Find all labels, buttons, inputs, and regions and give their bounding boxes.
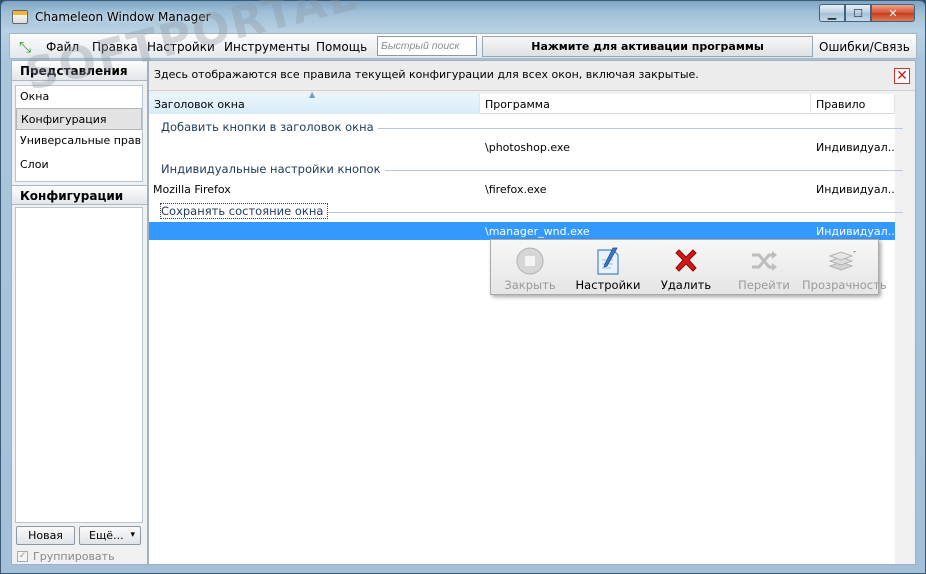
more-button[interactable]: Ещё... ▾ [79,526,141,545]
left-panel: Представления Окна Конфигурация Универса… [11,60,148,565]
dropdown-arrow-icon: ▾ [130,530,135,540]
red-x-icon: ✕ [896,68,908,84]
sort-ascending-icon: ▲ [309,90,316,99]
view-item-universal-rules[interactable]: Универсальные правила [16,130,142,152]
group-header[interactable]: Сохранять состояние окна [149,200,903,220]
maximize-button[interactable]: ☐ [845,4,871,22]
transparency-button[interactable]: Прозрачность [802,240,887,294]
column-window-title[interactable]: ▲ Заголовок окна [149,90,480,114]
checkbox-icon: ✓ [17,551,28,562]
edit-document-icon [597,247,619,275]
delete-button[interactable]: Удалить [647,240,725,294]
close-window-button[interactable]: ✕ [871,4,915,22]
menu-settings[interactable]: Настройки [147,40,215,54]
view-item-layers[interactable]: Слои [16,154,142,176]
group-label: Индивидуальные настройки кнопок [161,162,385,176]
menu-edit[interactable]: Правка [92,40,138,54]
group-header[interactable]: Индивидуальные настройки кнопок [149,158,903,178]
delete-icon [675,249,697,272]
stop-icon [516,247,544,275]
rules-table: Добавить кнопки в заголовок окна \photos… [149,114,903,564]
dismiss-info-button[interactable]: ✕ [894,68,910,84]
settings-label: Настройки [575,278,641,292]
window-controls: ▁ ☐ ✕ [819,4,915,22]
cell-rule: Индивидуал... [816,141,894,154]
views-list: Окна Конфигурация Универсальные правила … [15,85,143,182]
app-icon [12,10,28,24]
view-item-windows[interactable]: Окна [16,86,142,108]
menu-help[interactable]: Помощь [316,40,367,54]
cell-program: \firefox.exe [485,183,547,196]
goto-button[interactable]: Перейти [725,240,803,294]
arrows-icon[interactable]: ⤡ [19,39,37,55]
column-program[interactable]: Программа [480,94,811,114]
column-window-title-label: Заголовок окна [154,98,245,111]
menu-bar: ⤡ Файл Правка Настройки Инструменты Помо… [9,33,917,59]
configurations-header: Конфигурации [12,185,147,205]
goto-label: Перейти [738,278,790,292]
app-window: Chameleon Window Manager ▁ ☐ ✕ ⤡ Файл Пр… [0,0,926,574]
rules-panel: Здесь отображаются все правила текущей к… [148,60,916,565]
table-row[interactable]: Mozilla Firefox \firefox.exe Индивидуал.… [149,180,895,198]
table-row-selected[interactable]: \manager_wnd.exe Индивидуал... [149,222,895,240]
table-row[interactable]: \photoshop.exe Индивидуал... [149,138,895,156]
settings-button[interactable]: Настройки [569,240,647,294]
errors-feedback-link[interactable]: Ошибки/Связь [819,40,910,54]
view-item-configuration[interactable]: Конфигурация [16,108,142,130]
group-header[interactable]: Добавить кнопки в заголовок окна [149,116,903,136]
shuffle-icon [752,251,777,271]
quick-search-input[interactable]: Быстрый поиск [377,36,477,56]
group-label: Сохранять состояние окна [159,203,329,219]
cell-window-title: Mozilla Firefox [153,183,231,196]
menu-file[interactable]: Файл [46,40,79,54]
configurations-list[interactable] [15,207,143,523]
group-label: Добавить кнопки в заголовок окна [161,120,378,134]
menu-tools[interactable]: Инструменты [224,40,310,54]
info-text: Здесь отображаются все правила текущей к… [154,68,699,81]
minimize-icon: ▁ [827,6,837,20]
info-bar: Здесь отображаются все правила текущей к… [149,61,915,91]
transparency-layers-icon [828,251,856,271]
maximize-icon: ☐ [853,6,863,20]
close-rule-label: Закрыть [504,278,556,292]
window-title: Chameleon Window Manager [35,10,211,24]
group-checkbox[interactable]: ✓ Группировать [17,550,115,563]
column-rule[interactable]: Правило [811,94,895,114]
title-bar[interactable]: Chameleon Window Manager ▁ ☐ ✕ [1,1,925,31]
cell-rule: Индивидуал... [816,225,894,238]
transparency-label: Прозрачность [802,278,887,292]
delete-label: Удалить [660,278,712,292]
activate-program-button[interactable]: Нажмите для активации программы [482,36,813,57]
cell-program: \manager_wnd.exe [485,225,590,238]
action-toolbar: Закрыть Настройки Удалить Перейти Прозра… [490,239,887,295]
views-header: Представления [12,61,147,81]
close-rule-button[interactable]: Закрыть [491,240,569,294]
table-header: ▲ Заголовок окна Программа Правило [149,90,895,114]
new-config-button[interactable]: Новая [16,526,75,545]
group-checkbox-label: Группировать [33,550,115,563]
more-button-label: Ещё... [89,529,124,542]
close-icon: ✕ [888,6,898,20]
minimize-button[interactable]: ▁ [819,4,845,22]
cell-rule: Индивидуал... [816,183,894,196]
cell-program: \photoshop.exe [485,141,570,154]
